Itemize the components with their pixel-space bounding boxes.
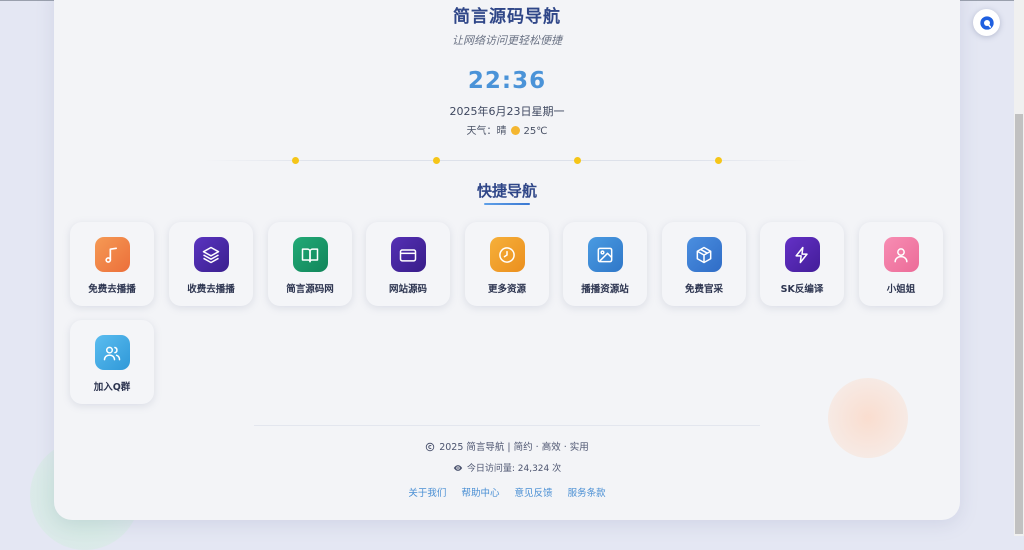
tile-label: 简言源码网 xyxy=(286,284,334,295)
nav-tile-bobo-resources[interactable]: 播播资源站 xyxy=(563,222,647,306)
nav-tile-website-source[interactable]: 网站源码 xyxy=(366,222,450,306)
divider-dot xyxy=(292,157,299,164)
tile-icon-bg xyxy=(193,237,229,272)
date-display: 2025年6月23日星期一 xyxy=(449,105,565,118)
footer-copyright: 2025 简言导航 | 简约 · 高效 · 实用 xyxy=(54,439,960,453)
chat-bubble-icon xyxy=(979,15,994,30)
tile-label: SK反编译 xyxy=(780,284,824,295)
tile-icon-bg xyxy=(94,237,130,272)
tile-icon-bg xyxy=(94,335,130,370)
footer-link-feedback[interactable]: 意见反馈 xyxy=(515,488,553,499)
visits-text: 今日访问量: 24,324 次 xyxy=(466,464,562,474)
nav-tile-free-guancai[interactable]: 免费官采 xyxy=(662,222,746,306)
tile-label: 播播资源站 xyxy=(581,284,629,295)
tile-icon-bg xyxy=(784,237,820,272)
tile-label: 免费官采 xyxy=(684,284,723,295)
tile-label: 小姐姐 xyxy=(886,284,916,295)
divider-dot xyxy=(574,157,581,164)
quick-nav-title: 快捷导航 xyxy=(476,182,537,200)
site-title: 简言源码导航 xyxy=(453,7,561,27)
nav-tile-more-resources[interactable]: 更多资源 xyxy=(465,222,549,306)
nav-tile-xiaojiejie[interactable]: 小姐姐 xyxy=(859,222,943,306)
tile-icon-bg xyxy=(489,237,525,272)
footer-links: 关于我们 帮助中心 意见反馈 服务条款 xyxy=(54,485,960,499)
tile-icon-bg xyxy=(686,237,722,272)
nav-tile-sk-decompile[interactable]: SK反编译 xyxy=(760,222,844,306)
users-icon xyxy=(103,346,121,360)
footer-link-terms[interactable]: 服务条款 xyxy=(568,488,606,499)
temperature: 25℃ xyxy=(523,126,548,137)
clock-display: 22:36 xyxy=(467,68,547,94)
tile-icon-bg xyxy=(390,237,426,272)
weather-condition: 晴 xyxy=(496,126,507,137)
site-subtitle: 让网络访问更轻松便捷 xyxy=(452,34,562,47)
package-icon xyxy=(696,246,712,263)
nav-tile-jianyan-source[interactable]: 简言源码网 xyxy=(268,222,352,306)
tile-label: 免费去播播 xyxy=(88,284,136,295)
floating-chat-button[interactable] xyxy=(973,9,1000,36)
copyright-icon xyxy=(426,442,435,452)
tile-label: 网站源码 xyxy=(388,284,427,295)
credit-card-icon xyxy=(399,248,417,262)
footer-visits: 今日访问量: 24,324 次 xyxy=(54,461,960,474)
tile-icon-bg xyxy=(292,237,328,272)
sun-icon xyxy=(510,126,520,135)
weather-display: 天气：晴 25℃ xyxy=(54,122,960,137)
tile-label: 加入Q群 xyxy=(93,382,131,393)
main-card: 简言源码导航 让网络访问更轻松便捷 22:36 2025年6月23日星期一 天气… xyxy=(54,0,960,520)
weather-label: 天气： xyxy=(466,126,497,137)
tile-icon-bg xyxy=(587,237,623,272)
layers-icon xyxy=(202,246,220,263)
divider-dot xyxy=(433,157,440,164)
footer-divider xyxy=(254,425,760,426)
tile-label: 收费去播播 xyxy=(187,284,235,295)
nav-tile-free-qubobo[interactable]: 免费去播播 xyxy=(70,222,154,306)
divider-dot xyxy=(715,157,722,164)
footer-link-help[interactable]: 帮助中心 xyxy=(461,488,499,499)
copyright-text: 2025 简言导航 | 简约 · 高效 · 实用 xyxy=(439,442,589,453)
scrollbar-thumb[interactable] xyxy=(1015,114,1023,534)
lightning-icon xyxy=(795,246,808,263)
tile-icon-bg xyxy=(883,237,919,272)
music-note-icon xyxy=(105,247,117,263)
quick-nav-underline xyxy=(484,203,530,205)
footer-link-about[interactable]: 关于我们 xyxy=(408,488,446,499)
eye-icon xyxy=(453,465,463,471)
clock-icon xyxy=(499,246,515,263)
nav-tile-join-qq-group[interactable]: 加入Q群 xyxy=(70,320,154,404)
nav-tile-paid-qubobo[interactable]: 收费去播播 xyxy=(169,222,253,306)
user-icon xyxy=(894,247,908,262)
image-icon xyxy=(597,247,613,262)
book-icon xyxy=(301,247,319,262)
tile-label: 更多资源 xyxy=(487,284,526,295)
